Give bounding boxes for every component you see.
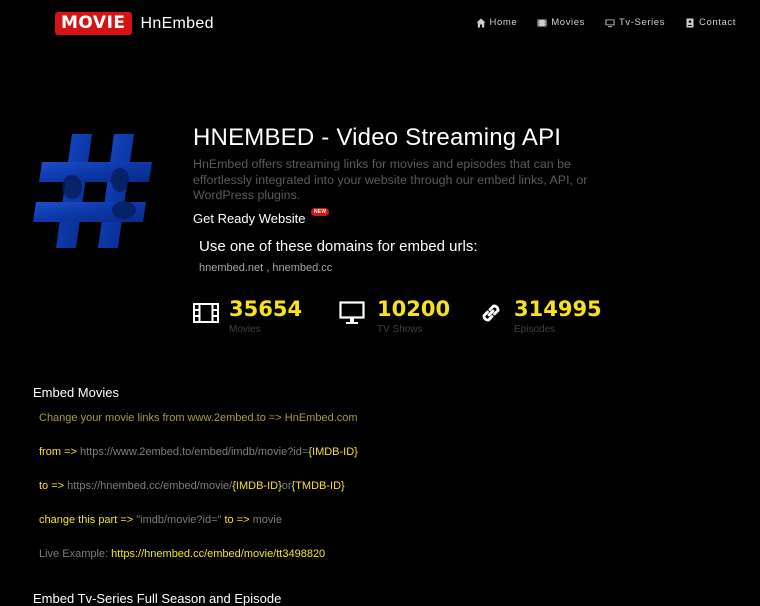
stat-movies-value: 35654	[229, 297, 303, 321]
domains-title: Use one of these domains for embed urls:	[199, 238, 478, 255]
stat-episodes-value: 314995	[514, 297, 602, 321]
from-param: {IMDB-ID}	[308, 446, 358, 458]
from-url: https://www.2embed.to/embed/imdb/movie?i…	[79, 446, 309, 458]
change-part-line: change this part => "imdb/movie?id=" to …	[39, 514, 282, 526]
live-example-link[interactable]: https://hnembed.cc/embed/movie/tt3498820	[111, 548, 325, 560]
nav-menu: Home Movies Tv-Series Contact	[476, 17, 736, 28]
live-example-line: Live Example: https://hnembed.cc/embed/m…	[39, 548, 325, 560]
from-line: from => https://www.2embed.to/embed/imdb…	[39, 446, 358, 458]
new-badge: NEW	[311, 208, 330, 216]
to-param-tmdb: {TMDB-ID}	[291, 480, 345, 492]
from-label: from =>	[39, 446, 77, 458]
get-ready-website-link[interactable]: Get Ready Website	[193, 211, 305, 226]
nav-item-movies-label: Movies	[551, 17, 585, 28]
to-line: to => https://hnembed.cc/embed/movie/{IM…	[39, 480, 345, 492]
brand-badge: MOVIE	[55, 12, 132, 35]
stat-movies: 35654 Movies	[193, 296, 302, 335]
nav-item-home-label: Home	[489, 17, 518, 28]
hero-description: HnEmbed offers streaming links for movie…	[193, 157, 588, 202]
to-label: to =>	[39, 480, 65, 492]
to-url: https://hnembed.cc/embed/movie/	[67, 480, 233, 492]
nav-item-tv-series-label: Tv-Series	[619, 17, 666, 28]
link-icon	[482, 304, 500, 322]
to-or: or	[281, 480, 292, 492]
change-links-line: Change your movie links from www.2embed.…	[39, 412, 358, 424]
live-example-label: Live Example:	[39, 548, 109, 560]
stat-tv-shows: 10200 TV Shows	[337, 296, 450, 335]
stat-tv-shows-label: TV Shows	[377, 324, 423, 335]
nav-item-contact[interactable]: Contact	[685, 17, 736, 28]
stat-episodes-label: Episodes	[514, 324, 556, 335]
top-navbar: MOVIE HnEmbed Home Movies Tv-Series Cont…	[0, 0, 760, 48]
stat-movies-label: Movies	[229, 324, 261, 335]
tv-icon	[605, 19, 615, 27]
change-part-to-label: to =>	[224, 514, 250, 526]
change-part-label: change this part =>	[39, 514, 134, 526]
film-strip-icon	[193, 303, 219, 323]
film-icon	[537, 19, 547, 26]
stat-episodes: 314995 Episodes	[478, 296, 602, 335]
embed-tv-heading: Embed Tv-Series Full Season and Episode	[33, 591, 282, 606]
contact-icon	[686, 18, 694, 27]
home-icon	[476, 18, 486, 27]
brand-name: HnEmbed	[140, 14, 214, 32]
brand-logo[interactable]: MOVIE HnEmbed	[55, 12, 214, 35]
stat-tv-shows-value: 10200	[377, 297, 451, 321]
change-part-to: movie	[252, 514, 282, 526]
monitor-icon	[339, 301, 365, 324]
change-part-from: "imdb/movie?id="	[136, 514, 222, 526]
nav-item-movies[interactable]: Movies	[537, 17, 585, 28]
embed-movies-heading: Embed Movies	[33, 385, 119, 400]
domains-list: hnembed.net , hnembed.cc	[199, 262, 333, 274]
hero-hash-logo	[33, 134, 152, 248]
to-param-imdb: {IMDB-ID}	[232, 480, 282, 492]
nav-item-home[interactable]: Home	[476, 17, 518, 28]
nav-item-tv-series[interactable]: Tv-Series	[605, 17, 665, 28]
hero-title: HNEMBED - Video Streaming API	[193, 124, 562, 151]
nav-item-contact-label: Contact	[699, 17, 736, 28]
